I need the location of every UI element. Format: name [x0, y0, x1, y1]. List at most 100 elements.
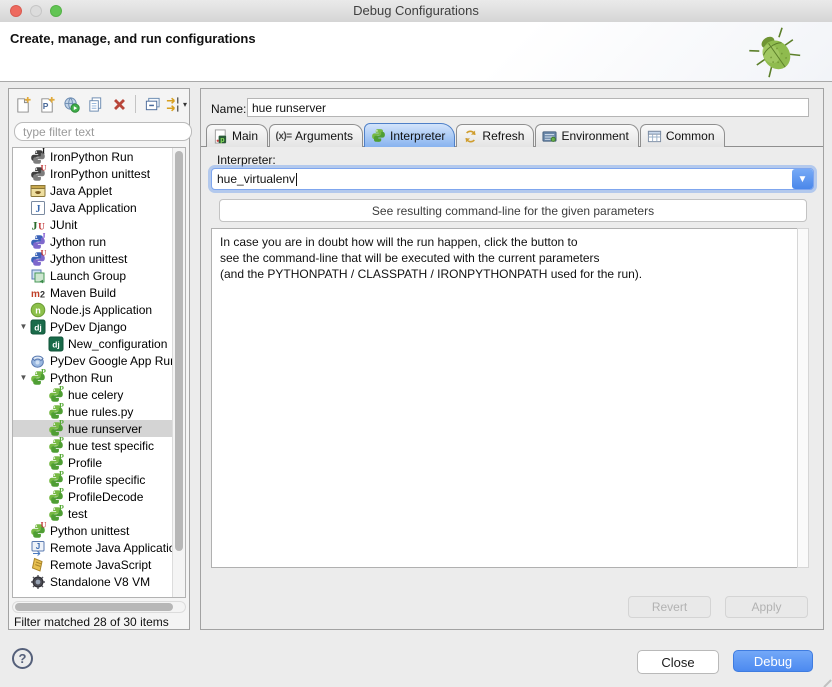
interpreter-combobox[interactable]: hue_virtualenv ▼ [211, 168, 814, 190]
tree-item-standalone-v8-vm[interactable]: Standalone V8 VM [13, 573, 178, 590]
new-prototype-button[interactable]: P [36, 94, 58, 114]
filter-input[interactable] [14, 122, 192, 141]
tree-horizontal-scrollbar[interactable] [12, 601, 186, 613]
tree-item-python-unittest[interactable]: UPython unittest [13, 522, 178, 539]
tree-item-pydev-django[interactable]: ▼djPyDev Django [13, 318, 178, 335]
svg-text:U: U [41, 163, 47, 172]
infobox-scrollbar[interactable] [797, 228, 809, 568]
tab-environment[interactable]: Environment [535, 124, 638, 147]
text-caret [296, 173, 297, 186]
nodejs-icon: n [30, 302, 46, 318]
tree-item-remote-javascript[interactable]: Remote JavaScript [13, 556, 178, 573]
tab-common[interactable]: Common [640, 124, 725, 147]
tree-item-hue-runserver[interactable]: Phue runserver [13, 420, 186, 437]
tree-item-remote-java-application[interactable]: JRemote Java Application [13, 539, 178, 556]
python-run-icon: P [48, 472, 64, 488]
scrollbar-thumb[interactable] [15, 603, 173, 611]
tree-item-test[interactable]: Ptest [13, 505, 186, 522]
python-run-icon: P [48, 455, 64, 471]
duplicate-icon [87, 96, 104, 113]
tree-vertical-scrollbar[interactable] [172, 148, 185, 597]
tree-item-label: test [68, 507, 87, 521]
tree-item-hue-celery[interactable]: Phue celery [13, 386, 186, 403]
delete-button[interactable] [108, 94, 130, 114]
tree-item-profile[interactable]: PProfile [13, 454, 186, 471]
filter-status: Filter matched 28 of 30 items [14, 615, 169, 629]
python-icon [371, 128, 386, 143]
tree-item-jython-run[interactable]: JJython run [13, 233, 178, 250]
filter-button[interactable]: ▾ [165, 94, 187, 114]
tree-item-label: PyDev Django [50, 320, 127, 334]
tree-item-jython-unittest[interactable]: UJython unittest [13, 250, 178, 267]
tree-item-label: Remote JavaScript [50, 558, 151, 572]
tree-item-junit[interactable]: JUJUnit [13, 216, 178, 233]
svg-text:n: n [35, 305, 41, 315]
name-input[interactable] [247, 98, 809, 117]
apply-button[interactable]: Apply [725, 596, 808, 618]
svg-text:U: U [41, 520, 47, 529]
interpreter-label: Interpreter: [217, 153, 276, 167]
tree-item-ironpython-unittest[interactable]: UIronPython unittest [13, 165, 178, 182]
tree-item-maven-build[interactable]: m2Maven Build [13, 284, 178, 301]
tree-item-label: Java Application [50, 201, 137, 215]
tab-label: Common [666, 129, 715, 143]
expander-icon[interactable]: ▼ [17, 322, 30, 331]
tree-item-label: JUnit [50, 218, 77, 232]
scrollbar-thumb[interactable] [175, 151, 183, 551]
expander-icon[interactable]: ▼ [17, 373, 30, 382]
revert-button[interactable]: Revert [628, 596, 711, 618]
see-command-line-button[interactable]: See resulting command-line for the given… [219, 199, 807, 222]
debug-configurations-window: Debug Configurations Create, manage, and… [0, 0, 832, 687]
tree-item-launch-group[interactable]: Launch Group [13, 267, 178, 284]
debug-button[interactable]: Debug [733, 650, 813, 672]
svg-text:dj: dj [52, 339, 60, 349]
export-configurations-button[interactable] [60, 94, 82, 114]
configurations-tree: IIronPython RunUIronPython unittestJava … [12, 147, 186, 598]
collapse-all-button[interactable] [141, 94, 163, 114]
jython-unittest-icon: U [30, 251, 46, 267]
chevron-down-icon[interactable]: ▼ [792, 169, 813, 189]
tree-item-label: hue celery [68, 388, 123, 402]
tree-item-label: Maven Build [50, 286, 116, 300]
remote-java-icon: J [30, 540, 46, 556]
window-title: Debug Configurations [0, 3, 832, 18]
ironpython-unittest-icon: U [30, 166, 46, 182]
help-button[interactable]: ? [12, 648, 33, 669]
tree-item-label: Launch Group [50, 269, 126, 283]
tab-refresh[interactable]: Refresh [456, 124, 534, 147]
tree-item-label: Python unittest [50, 524, 129, 538]
tree-item-label: Standalone V8 VM [50, 575, 150, 589]
tree-item-label: Java Applet [50, 184, 112, 198]
tree-item-label: IronPython unittest [50, 167, 150, 181]
close-button[interactable]: Close [637, 650, 719, 674]
delete-icon [111, 96, 128, 113]
duplicate-button[interactable] [84, 94, 106, 114]
tree-item-label: Profile specific [68, 473, 145, 487]
svg-text:U: U [41, 248, 47, 257]
new-configuration-button[interactable] [12, 94, 34, 114]
tree-item-new-configuration[interactable]: djNew_configuration [13, 335, 186, 352]
tree-item-python-run[interactable]: ▼PPython Run [13, 369, 178, 386]
tab-main[interactable]: pMain [206, 124, 268, 147]
configuration-detail-panel: Name: pMain(x)=ArgumentsInterpreterRefre… [200, 88, 824, 630]
svg-text:J: J [36, 204, 41, 215]
tree-item-node-js-application[interactable]: nNode.js Application [13, 301, 178, 318]
tree-item-java-application[interactable]: J Java Application [13, 199, 178, 216]
new-config-icon [15, 96, 32, 113]
svg-text:P: P [41, 367, 46, 376]
launch-group-icon [30, 268, 46, 284]
tree-item-java-applet[interactable]: Java Applet [13, 182, 178, 199]
python-unittest-icon: U [30, 523, 46, 539]
tree-item-pydev-google-app-run[interactable]: PyDev Google App Run [13, 352, 178, 369]
dropdown-arrow-icon[interactable]: ▾ [183, 100, 187, 109]
tab-interpreter[interactable]: Interpreter [364, 123, 455, 147]
tree-item-hue-test-specific[interactable]: Phue test specific [13, 437, 186, 454]
tree-item-profiledecode[interactable]: PProfileDecode [13, 488, 186, 505]
resize-grip[interactable] [816, 672, 832, 687]
tab-arguments[interactable]: (x)=Arguments [269, 124, 363, 147]
tree-item-hue-rules-py[interactable]: Phue rules.py [13, 403, 186, 420]
tree-item-ironpython-run[interactable]: IIronPython Run [13, 148, 178, 165]
ironpython-run-icon: I [30, 149, 46, 165]
tree-item-profile-specific[interactable]: P Profile specific [13, 471, 186, 488]
title-bar: Debug Configurations [0, 0, 832, 23]
